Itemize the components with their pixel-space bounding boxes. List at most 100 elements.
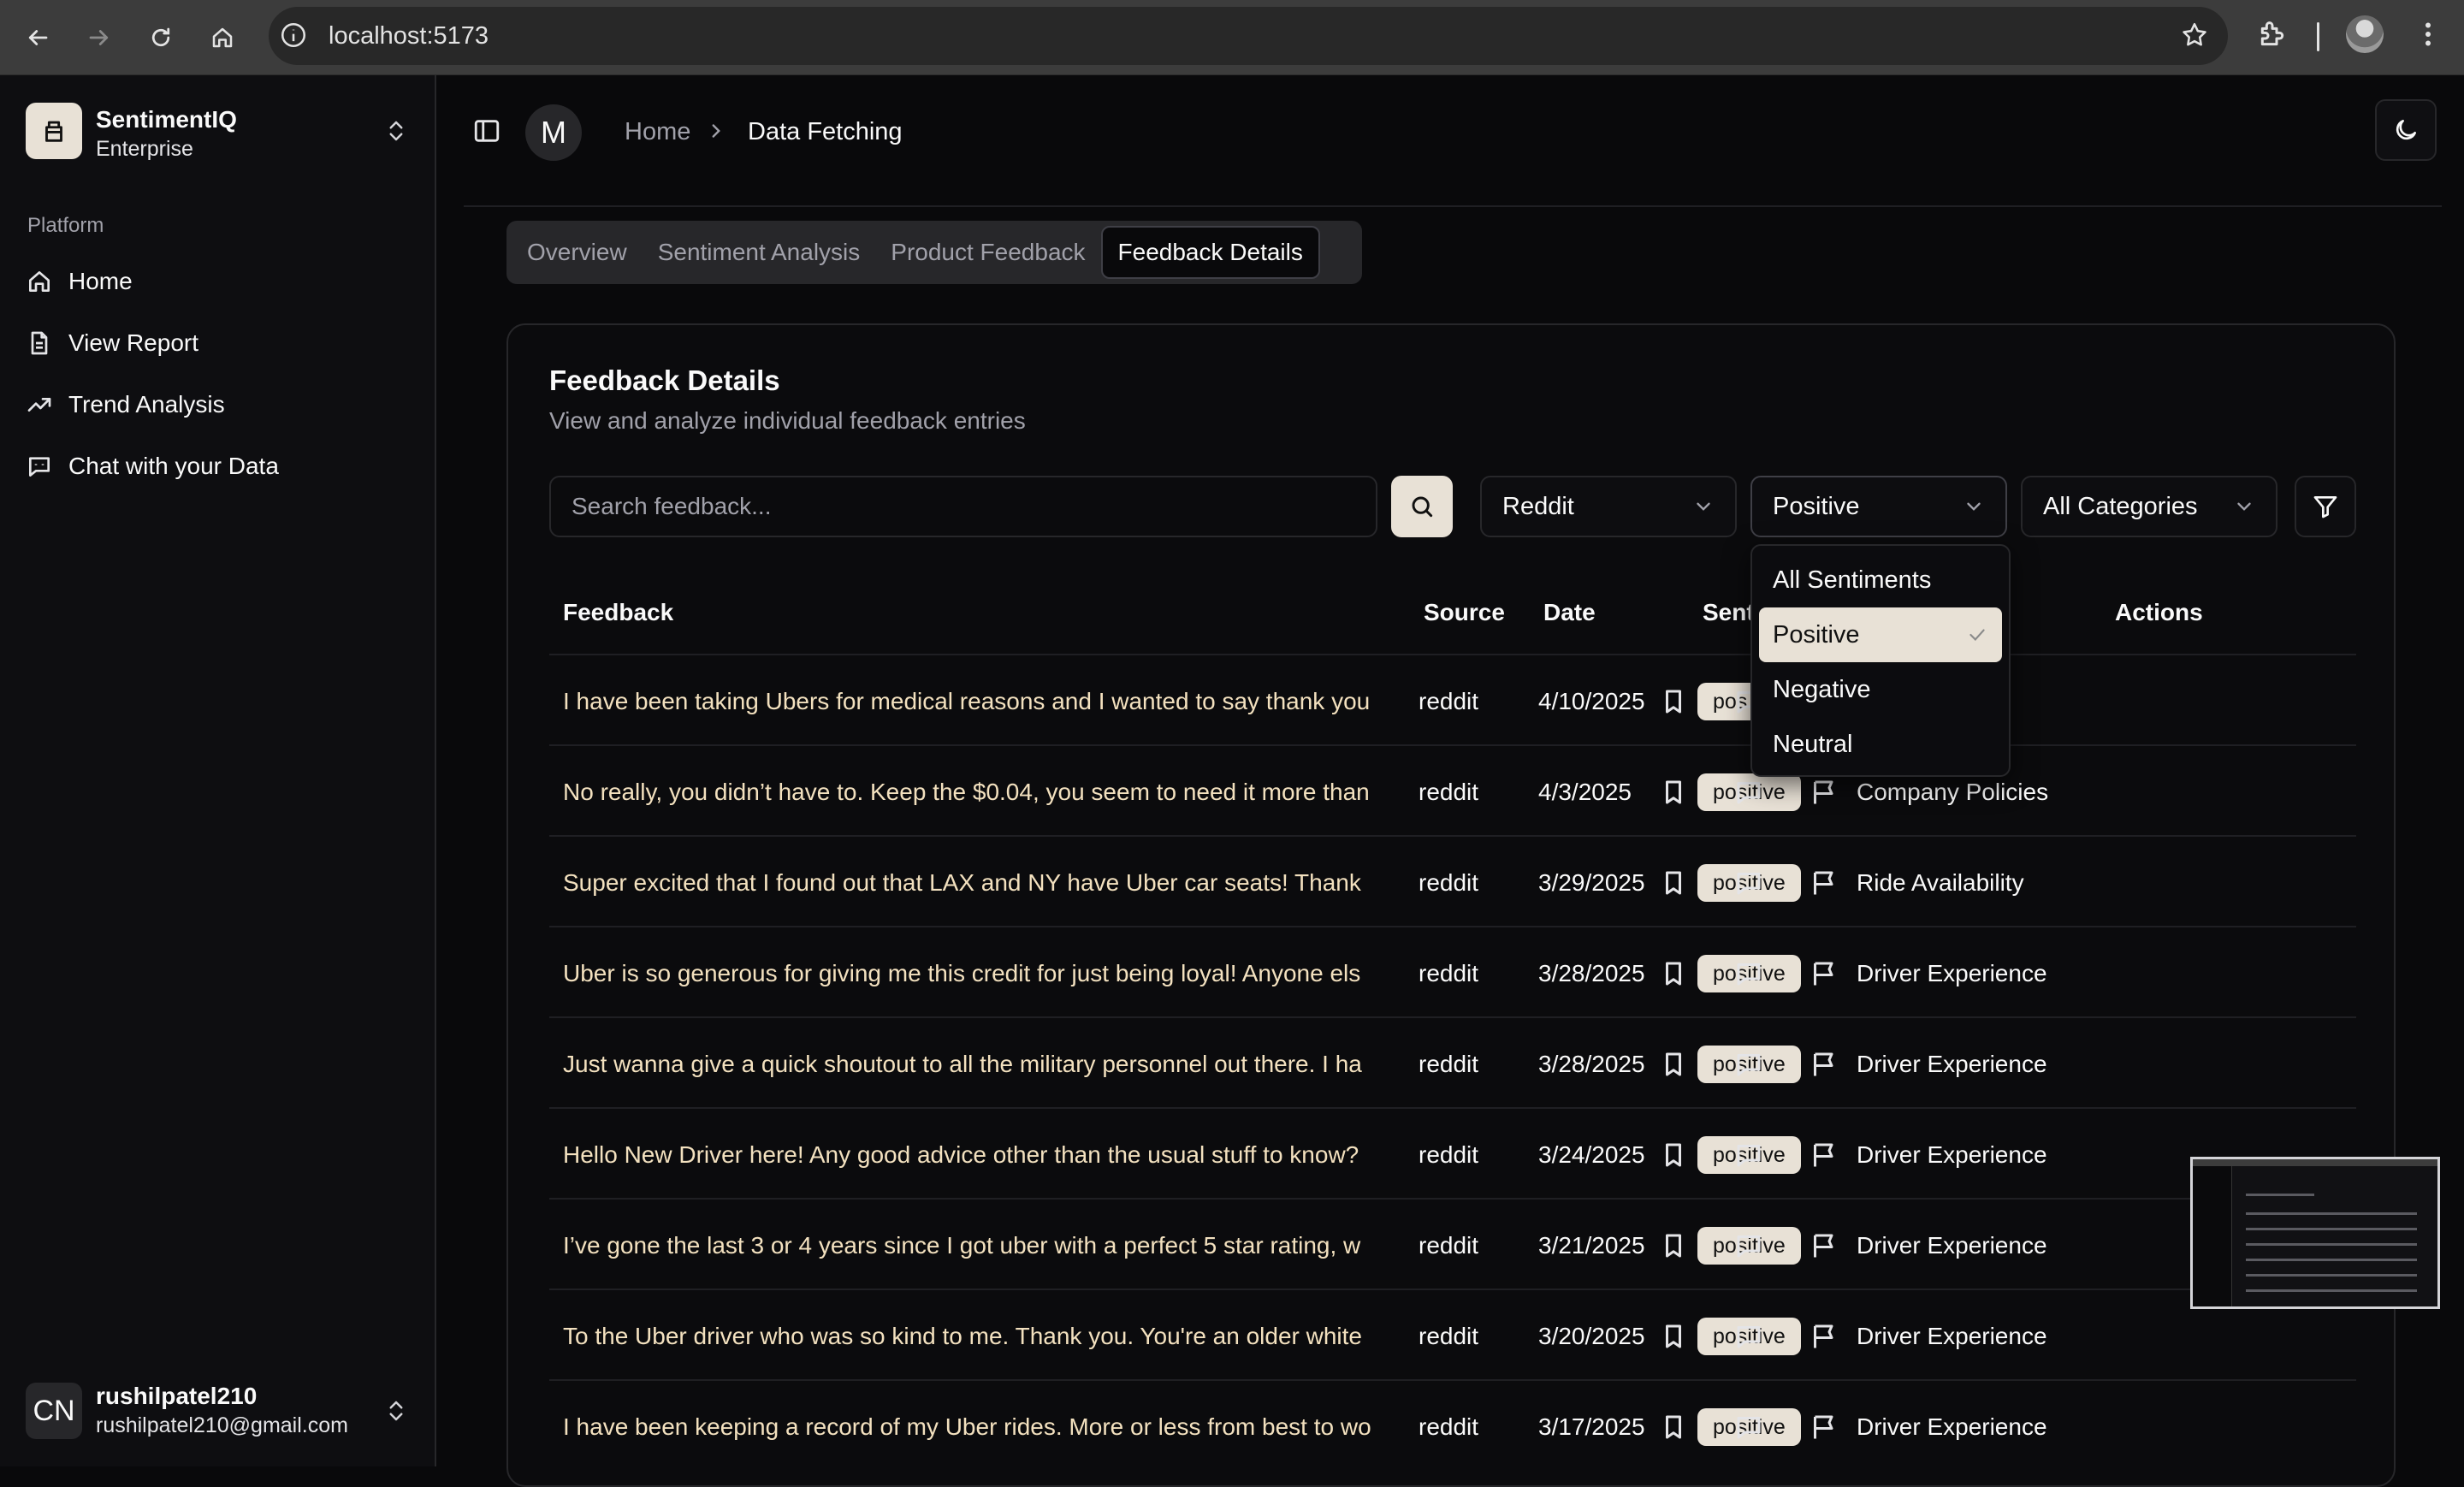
profile-avatar[interactable]: [2346, 15, 2384, 53]
moon-icon: [2396, 120, 2416, 140]
sidebar-item-trend-analysis[interactable]: Trend Analysis: [26, 381, 411, 429]
message-square-icon[interactable]: [1733, 1412, 1764, 1443]
bookmark-icon[interactable]: [1658, 686, 1689, 717]
flag-icon[interactable]: [1809, 777, 1839, 808]
flag-icon[interactable]: [1809, 868, 1839, 898]
message-square-icon[interactable]: [1733, 1230, 1764, 1261]
address-bar[interactable]: localhost:5173: [269, 7, 2228, 65]
bookmark-icon[interactable]: [1658, 1049, 1689, 1080]
preview-line: [2246, 1194, 2314, 1196]
team-switcher[interactable]: SentimentIQ Enterprise: [26, 103, 419, 164]
feedback-text[interactable]: I’ve gone the last 3 or 4 years since I …: [563, 1232, 1419, 1259]
tab-feedback-details[interactable]: Feedback Details: [1100, 226, 1320, 279]
message-square-icon[interactable]: [1733, 1321, 1764, 1352]
option-all-sentiments[interactable]: All Sentiments: [1759, 553, 2002, 607]
feedback-text[interactable]: To the Uber driver who was so kind to me…: [563, 1323, 1419, 1350]
flag-icon[interactable]: [1809, 1412, 1839, 1443]
bookmark-icon[interactable]: [1658, 1230, 1689, 1261]
sidebar-item-label: View Report: [68, 329, 199, 356]
user-email: rushilpatel210@gmail.com: [96, 1413, 348, 1437]
flag-icon[interactable]: [1809, 1321, 1839, 1352]
feedback-text[interactable]: Uber is so generous for giving me this c…: [563, 960, 1419, 987]
bookmark-icon[interactable]: [1658, 1140, 1689, 1170]
back-icon[interactable]: [17, 17, 58, 58]
message-square-icon[interactable]: [1733, 958, 1764, 989]
preview-sidebar: [2193, 1166, 2232, 1306]
source-cell: reddit: [1419, 869, 1479, 896]
table-row[interactable]: I have been taking Ubers for medical rea…: [549, 654, 2356, 744]
feedback-text[interactable]: No really, you didn’t have to. Keep the …: [563, 779, 1419, 806]
card-title: Feedback Details: [549, 364, 780, 396]
table-row[interactable]: Hello New Driver here! Any good advice o…: [549, 1107, 2356, 1198]
chevrons-up-down-icon: [383, 116, 409, 145]
flag-icon[interactable]: [1809, 958, 1839, 989]
home-browser-icon[interactable]: [202, 17, 243, 58]
flag-icon[interactable]: [1809, 1230, 1839, 1261]
forward-icon[interactable]: [79, 17, 120, 58]
table-row[interactable]: Super excited that I found out that LAX …: [549, 835, 2356, 926]
category-cell: Ride Availability: [1857, 869, 2024, 896]
sidebar-item-chat[interactable]: Chat with your Data: [26, 442, 411, 490]
table-row[interactable]: I have been keeping a record of my Uber …: [549, 1379, 2356, 1470]
tab-product-feedback[interactable]: Product Feedback: [875, 226, 1100, 279]
header-avatar[interactable]: M: [525, 104, 582, 161]
bot-message-icon: [26, 453, 53, 480]
preview-line: [2246, 1228, 2417, 1230]
option-negative[interactable]: Negative: [1759, 662, 2002, 717]
sentiment-dropdown-menu: All Sentiments Positive Negative Neutral: [1750, 544, 2011, 777]
user-avatar: CN: [26, 1383, 82, 1439]
bookmark-icon[interactable]: [1658, 958, 1689, 989]
feedback-text[interactable]: Just wanna give a quick shoutout to all …: [563, 1051, 1419, 1078]
date-cell: 3/24/2025: [1538, 1141, 1645, 1168]
user-menu[interactable]: CN rushilpatel210 rushilpatel210@gmail.c…: [26, 1376, 419, 1444]
source-select[interactable]: Reddit: [1480, 476, 1737, 537]
bookmark-icon[interactable]: [1658, 868, 1689, 898]
table-row[interactable]: No really, you didn’t have to. Keep the …: [549, 744, 2356, 835]
message-square-icon[interactable]: [1733, 1140, 1764, 1170]
breadcrumb-home[interactable]: Home: [625, 118, 690, 146]
tab-sentiment-analysis[interactable]: Sentiment Analysis: [643, 226, 876, 279]
search-input[interactable]: [549, 476, 1377, 537]
sentiment-select[interactable]: Positive: [1750, 476, 2007, 537]
bookmark-icon[interactable]: [1658, 777, 1689, 808]
sidebar-item-home[interactable]: Home: [26, 258, 411, 305]
flag-icon[interactable]: [1809, 1140, 1839, 1170]
feedback-text[interactable]: Hello New Driver here! Any good advice o…: [563, 1141, 1419, 1169]
feedback-text[interactable]: I have been keeping a record of my Uber …: [563, 1413, 1419, 1441]
date-cell: 3/17/2025: [1538, 1413, 1645, 1440]
sidebar-item-label: Trend Analysis: [68, 391, 225, 418]
bookmark-icon[interactable]: [1658, 1412, 1689, 1443]
theme-toggle-button[interactable]: [2375, 99, 2437, 161]
extensions-icon[interactable]: [2255, 17, 2289, 51]
message-square-icon[interactable]: [1733, 1049, 1764, 1080]
more-menu-icon[interactable]: [2413, 17, 2443, 51]
sidebar-toggle-icon[interactable]: [472, 116, 501, 145]
table-row[interactable]: Just wanna give a quick shoutout to all …: [549, 1016, 2356, 1107]
filter-button[interactable]: [2295, 476, 2356, 537]
bookmark-star-icon[interactable]: [2180, 21, 2209, 50]
site-info-icon[interactable]: [279, 21, 308, 50]
source-cell: reddit: [1419, 688, 1479, 714]
table-row[interactable]: Uber is so generous for giving me this c…: [549, 926, 2356, 1016]
table-row[interactable]: To the Uber driver who was so kind to me…: [549, 1289, 2356, 1379]
preview-line: [2246, 1274, 2417, 1277]
category-cell: Driver Experience: [1857, 1141, 2047, 1168]
category-select[interactable]: All Categories: [2021, 476, 2277, 537]
flag-icon[interactable]: [1809, 1049, 1839, 1080]
message-square-icon[interactable]: [1733, 777, 1764, 808]
reload-icon[interactable]: [140, 17, 181, 58]
message-square-icon[interactable]: [1733, 868, 1764, 898]
tab-overview[interactable]: Overview: [512, 226, 643, 279]
category-cell: Driver Experience: [1857, 1323, 2047, 1349]
option-positive[interactable]: Positive: [1759, 607, 2002, 662]
search-button[interactable]: [1391, 476, 1453, 537]
home-icon: [26, 268, 53, 295]
bookmark-icon[interactable]: [1658, 1321, 1689, 1352]
sidebar-item-view-report[interactable]: View Report: [26, 319, 411, 367]
table-row[interactable]: I’ve gone the last 3 or 4 years since I …: [549, 1198, 2356, 1289]
feedback-text[interactable]: I have been taking Ubers for medical rea…: [563, 688, 1419, 715]
option-neutral[interactable]: Neutral: [1759, 717, 2002, 772]
chevron-right-icon: [705, 120, 727, 142]
date-cell: 3/29/2025: [1538, 869, 1645, 896]
feedback-text[interactable]: Super excited that I found out that LAX …: [563, 869, 1419, 897]
